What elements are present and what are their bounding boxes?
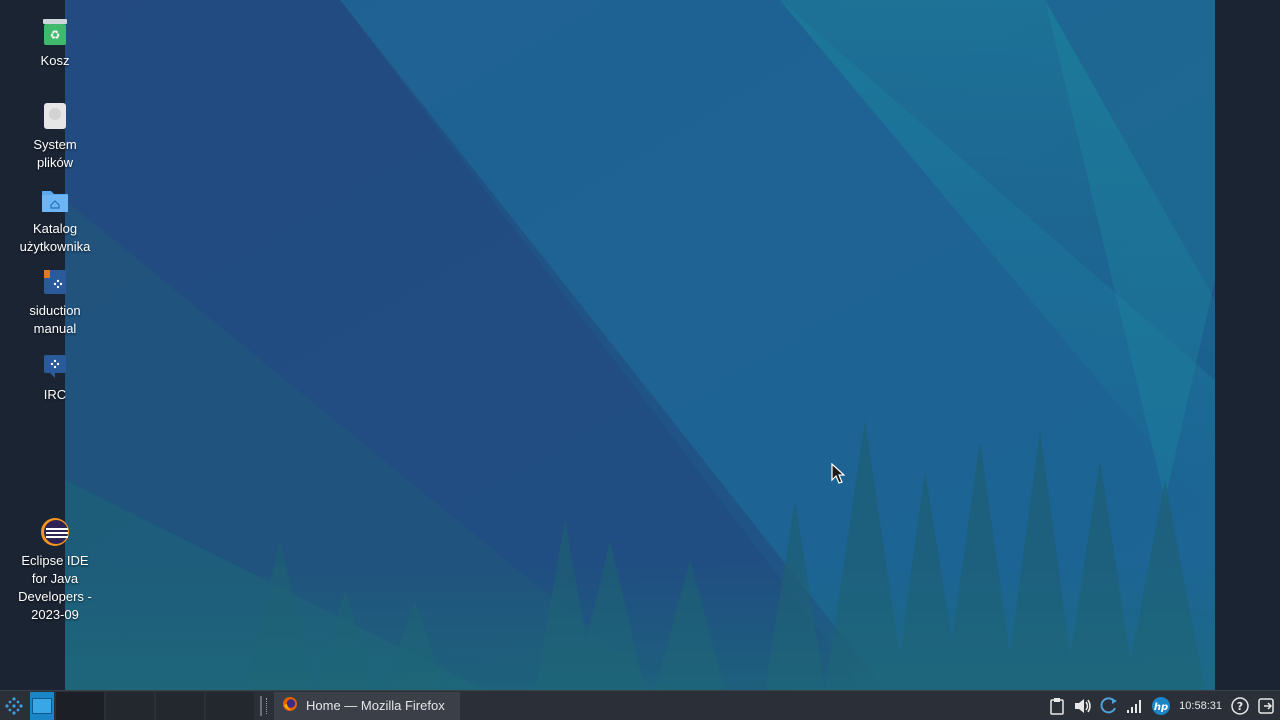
desktop-icon-label: Eclipse IDE for Java Developers - 2023-0… bbox=[18, 553, 92, 622]
desktop-icon-trash[interactable]: ♻ Kosz bbox=[5, 16, 105, 70]
home-folder-icon bbox=[39, 184, 71, 216]
desktop-icon-filesystem[interactable]: System plików bbox=[5, 100, 105, 172]
svg-text:♻: ♻ bbox=[50, 28, 61, 42]
trash-icon: ♻ bbox=[39, 16, 71, 48]
task-button-firefox[interactable]: Home — Mozilla Firefox bbox=[274, 691, 460, 720]
desktop-icon-home[interactable]: Katalog użytkownika bbox=[5, 184, 105, 256]
svg-text:hp: hp bbox=[1154, 702, 1168, 713]
volume-icon[interactable] bbox=[1073, 696, 1093, 716]
desktop-icon-area: ♻ Kosz System plików Katalog użytkownika bbox=[0, 0, 110, 690]
workspace-4[interactable] bbox=[156, 691, 204, 720]
desktop-icon-label: IRC bbox=[43, 387, 67, 402]
clock[interactable]: 10:58:31 bbox=[1177, 700, 1224, 712]
system-tray: hp 10:58:31 ? bbox=[1047, 692, 1280, 720]
tasklist-handle[interactable] bbox=[266, 697, 270, 714]
desktop-icon-label: siduction manual bbox=[29, 303, 81, 336]
workspace-3[interactable] bbox=[106, 691, 154, 720]
siduction-menu-icon bbox=[5, 696, 23, 715]
desktop-icon-label: System plików bbox=[33, 137, 77, 170]
help-icon[interactable]: ? bbox=[1230, 696, 1250, 716]
desktop-wallpaper bbox=[65, 0, 1215, 690]
clipboard-icon[interactable] bbox=[1047, 696, 1067, 716]
desktop-margin-right bbox=[1215, 0, 1280, 690]
workspace-1[interactable] bbox=[30, 691, 54, 720]
eclipse-icon bbox=[39, 516, 71, 548]
desktop-icon-siduction-manual[interactable]: siduction manual bbox=[5, 266, 105, 338]
network-icon[interactable] bbox=[1125, 696, 1145, 716]
desktop-icon-label: Kosz bbox=[40, 53, 70, 68]
application-menu-button[interactable] bbox=[0, 692, 28, 720]
taskbar-separator bbox=[260, 695, 262, 716]
update-icon[interactable] bbox=[1099, 696, 1119, 716]
taskbar: Home — Mozilla Firefox hp 10:58:31 ? bbox=[0, 690, 1280, 720]
desktop-icon-label: Katalog użytkownika bbox=[19, 221, 91, 254]
task-button-label: Home — Mozilla Firefox bbox=[306, 698, 445, 713]
irc-icon bbox=[39, 350, 71, 382]
logout-icon[interactable] bbox=[1256, 696, 1276, 716]
desktop-icon-eclipse[interactable]: Eclipse IDE for Java Developers - 2023-0… bbox=[5, 516, 105, 624]
hp-icon[interactable]: hp bbox=[1151, 696, 1171, 716]
mouse-pointer-icon bbox=[831, 463, 845, 484]
firefox-icon bbox=[282, 696, 298, 715]
drive-icon bbox=[39, 100, 71, 132]
workspace-5[interactable] bbox=[206, 691, 254, 720]
desktop-icon-irc[interactable]: IRC bbox=[5, 350, 105, 404]
svg-text:?: ? bbox=[1237, 700, 1243, 713]
manual-icon bbox=[39, 266, 71, 298]
workspace-2[interactable] bbox=[56, 691, 104, 720]
